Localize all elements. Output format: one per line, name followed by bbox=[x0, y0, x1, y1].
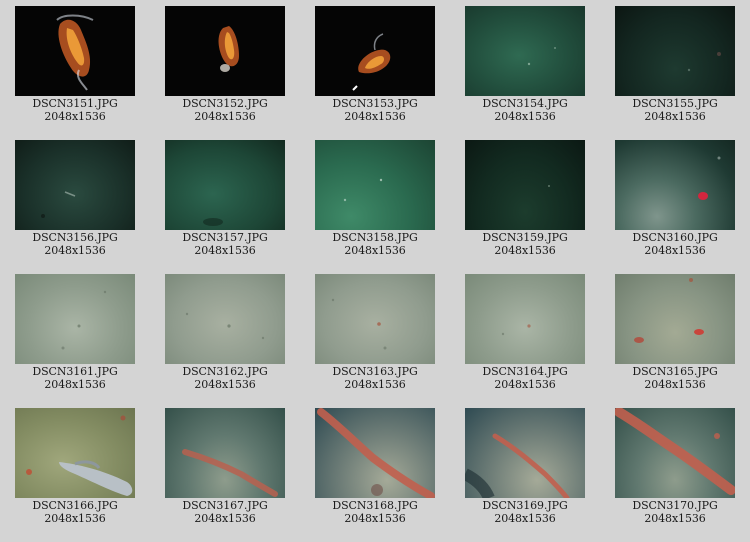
file-name[interactable]: DSCN3160.JPG bbox=[632, 231, 717, 244]
file-name[interactable]: DSCN3161.JPG bbox=[32, 365, 117, 378]
image-dimensions: 2048x1536 bbox=[644, 244, 706, 257]
image-dimensions: 2048x1536 bbox=[344, 110, 406, 123]
file-name[interactable]: DSCN3168.JPG bbox=[332, 499, 417, 512]
thumbnail-image-seafloor[interactable] bbox=[165, 140, 285, 230]
image-dimensions: 2048x1536 bbox=[344, 244, 406, 257]
thumbnail-image-jellyfish[interactable] bbox=[165, 6, 285, 96]
image-dimensions: 2048x1536 bbox=[44, 244, 106, 257]
image-dimensions: 2048x1536 bbox=[194, 244, 256, 257]
image-dimensions: 2048x1536 bbox=[194, 512, 256, 525]
thumbnail-image-seafloor[interactable] bbox=[615, 274, 735, 364]
thumbnail-item[interactable]: DSCN3161.JPG 2048x1536 bbox=[0, 274, 150, 408]
image-dimensions: 2048x1536 bbox=[494, 110, 556, 123]
thumbnail-item[interactable]: DSCN3168.JPG 2048x1536 bbox=[300, 408, 450, 542]
thumbnail-item[interactable]: DSCN3157.JPG 2048x1536 bbox=[150, 140, 300, 274]
image-dimensions: 2048x1536 bbox=[494, 244, 556, 257]
file-name[interactable]: DSCN3152.JPG bbox=[182, 97, 267, 110]
thumbnail-item[interactable]: DSCN3167.JPG 2048x1536 bbox=[150, 408, 300, 542]
image-dimensions: 2048x1536 bbox=[344, 512, 406, 525]
file-name[interactable]: DSCN3153.JPG bbox=[332, 97, 417, 110]
file-name[interactable]: DSCN3170.JPG bbox=[632, 499, 717, 512]
image-dimensions: 2048x1536 bbox=[644, 378, 706, 391]
thumbnail-item[interactable]: DSCN3160.JPG 2048x1536 bbox=[600, 140, 750, 274]
thumbnail-item[interactable]: DSCN3166.JPG 2048x1536 bbox=[0, 408, 150, 542]
file-name[interactable]: DSCN3158.JPG bbox=[332, 231, 417, 244]
file-name[interactable]: DSCN3163.JPG bbox=[332, 365, 417, 378]
image-dimensions: 2048x1536 bbox=[44, 378, 106, 391]
file-name[interactable]: DSCN3151.JPG bbox=[32, 97, 117, 110]
thumbnail-item[interactable]: DSCN3156.JPG 2048x1536 bbox=[0, 140, 150, 274]
thumbnail-image-seafloor[interactable] bbox=[465, 274, 585, 364]
thumbnail-image-seafloor[interactable] bbox=[315, 274, 435, 364]
file-name[interactable]: DSCN3162.JPG bbox=[182, 365, 267, 378]
image-dimensions: 2048x1536 bbox=[494, 378, 556, 391]
thumbnail-item[interactable]: DSCN3152.JPG 2048x1536 bbox=[150, 6, 300, 140]
thumbnail-image-jellyfish[interactable] bbox=[15, 6, 135, 96]
file-name[interactable]: DSCN3167.JPG bbox=[182, 499, 267, 512]
thumbnail-item[interactable]: DSCN3151.JPG 2048x1536 bbox=[0, 6, 150, 140]
thumbnail-item[interactable]: DSCN3170.JPG 2048x1536 bbox=[600, 408, 750, 542]
thumbnail-image-seafloor[interactable] bbox=[165, 274, 285, 364]
thumbnail-item[interactable]: DSCN3162.JPG 2048x1536 bbox=[150, 274, 300, 408]
image-dimensions: 2048x1536 bbox=[44, 512, 106, 525]
thumbnail-item[interactable]: DSCN3158.JPG 2048x1536 bbox=[300, 140, 450, 274]
file-name[interactable]: DSCN3155.JPG bbox=[632, 97, 717, 110]
thumbnail-image-seafloor[interactable] bbox=[315, 140, 435, 230]
thumbnail-image-seafloor-coral[interactable] bbox=[165, 408, 285, 498]
thumbnail-gallery: DSCN3151.JPG 2048x1536 DSCN3152.JPG 2048… bbox=[0, 0, 750, 542]
image-dimensions: 2048x1536 bbox=[194, 110, 256, 123]
file-name[interactable]: DSCN3156.JPG bbox=[32, 231, 117, 244]
thumbnail-item[interactable]: DSCN3169.JPG 2048x1536 bbox=[450, 408, 600, 542]
thumbnail-image-seafloor[interactable] bbox=[15, 140, 135, 230]
thumbnail-image-seafloor[interactable] bbox=[465, 140, 585, 230]
thumbnail-item[interactable]: DSCN3164.JPG 2048x1536 bbox=[450, 274, 600, 408]
file-name[interactable]: DSCN3169.JPG bbox=[482, 499, 567, 512]
thumbnail-item[interactable]: DSCN3163.JPG 2048x1536 bbox=[300, 274, 450, 408]
image-dimensions: 2048x1536 bbox=[44, 110, 106, 123]
thumbnail-image-jellyfish[interactable] bbox=[315, 6, 435, 96]
image-dimensions: 2048x1536 bbox=[194, 378, 256, 391]
file-name[interactable]: DSCN3159.JPG bbox=[482, 231, 567, 244]
thumbnail-image-seafloor[interactable] bbox=[615, 140, 735, 230]
file-name[interactable]: DSCN3165.JPG bbox=[632, 365, 717, 378]
image-dimensions: 2048x1536 bbox=[344, 378, 406, 391]
image-dimensions: 2048x1536 bbox=[494, 512, 556, 525]
thumbnail-item[interactable]: DSCN3154.JPG 2048x1536 bbox=[450, 6, 600, 140]
thumbnail-image-seafloor[interactable] bbox=[615, 6, 735, 96]
thumbnail-image-seafloor[interactable] bbox=[15, 274, 135, 364]
file-name[interactable]: DSCN3164.JPG bbox=[482, 365, 567, 378]
image-dimensions: 2048x1536 bbox=[644, 110, 706, 123]
thumbnail-item[interactable]: DSCN3159.JPG 2048x1536 bbox=[450, 140, 600, 274]
thumbnail-item[interactable]: DSCN3155.JPG 2048x1536 bbox=[600, 6, 750, 140]
thumbnail-image-seafloor-coral[interactable] bbox=[465, 408, 585, 498]
thumbnail-item[interactable]: DSCN3165.JPG 2048x1536 bbox=[600, 274, 750, 408]
thumbnail-item[interactable]: DSCN3153.JPG 2048x1536 bbox=[300, 6, 450, 140]
file-name[interactable]: DSCN3157.JPG bbox=[182, 231, 267, 244]
thumbnail-image-seafloor-coral[interactable] bbox=[615, 408, 735, 498]
image-dimensions: 2048x1536 bbox=[644, 512, 706, 525]
thumbnail-image-seafloor-fish[interactable] bbox=[15, 408, 135, 498]
thumbnail-image-seafloor[interactable] bbox=[465, 6, 585, 96]
file-name[interactable]: DSCN3154.JPG bbox=[482, 97, 567, 110]
thumbnail-image-seafloor-coral[interactable] bbox=[315, 408, 435, 498]
file-name[interactable]: DSCN3166.JPG bbox=[32, 499, 117, 512]
